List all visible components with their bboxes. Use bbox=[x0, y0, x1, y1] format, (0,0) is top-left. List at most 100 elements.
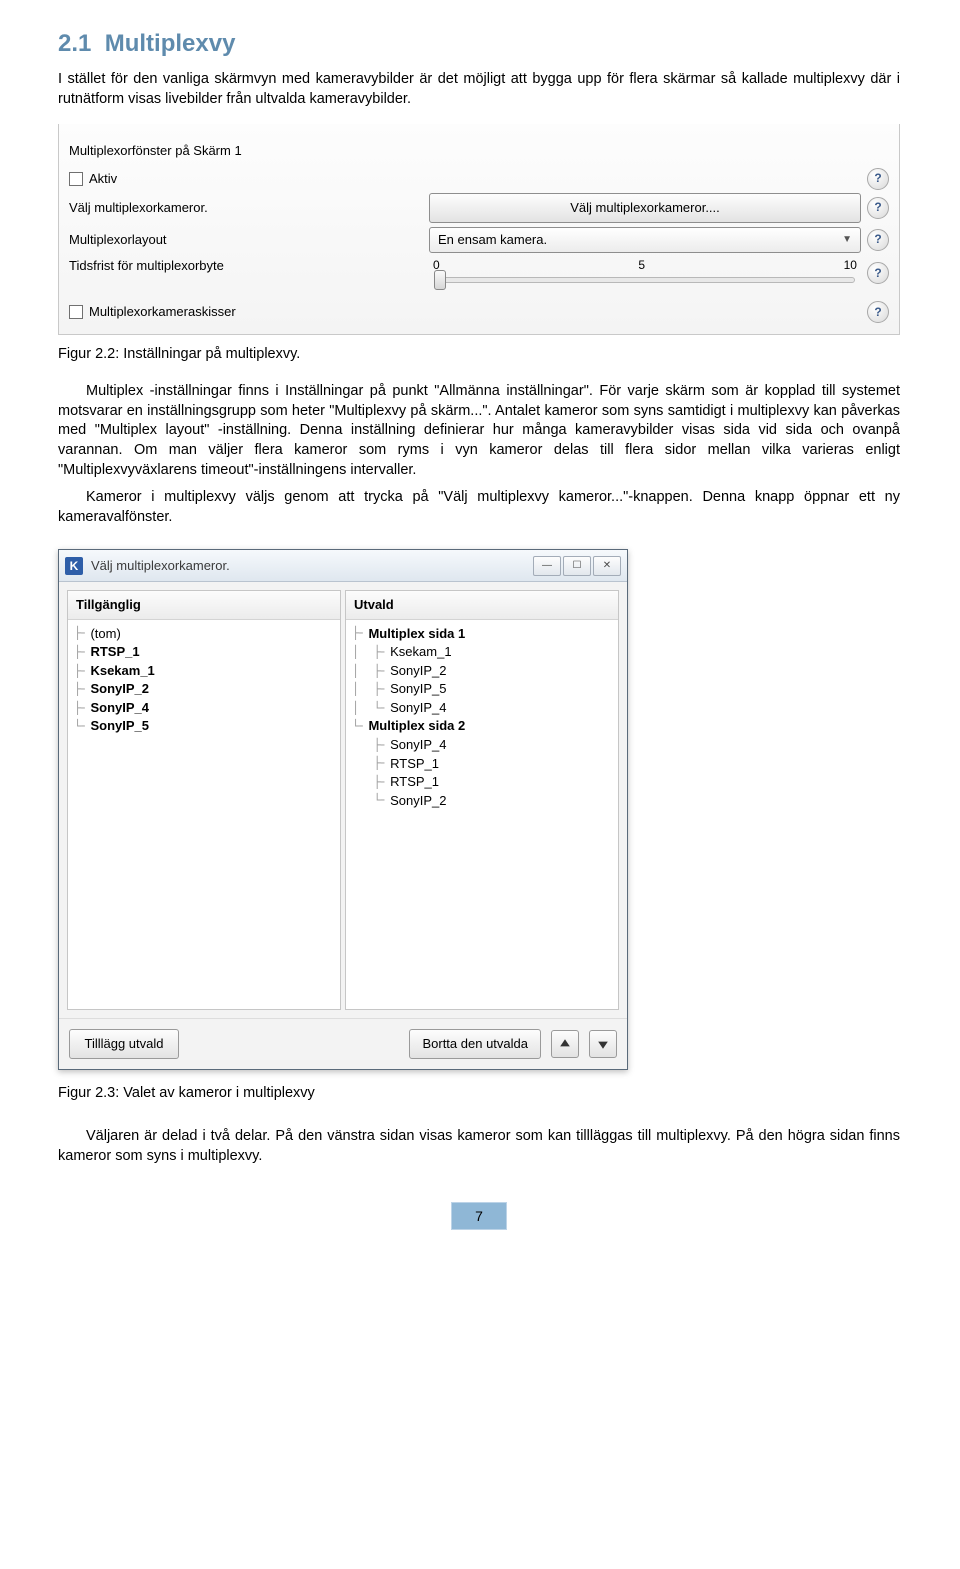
paragraph-3: Väljaren är delad i två delar. På den vä… bbox=[58, 1127, 900, 1166]
tree-branch-icon: ├╴ bbox=[352, 774, 388, 790]
layout-combobox[interactable]: En ensam kamera. ▼ bbox=[429, 227, 861, 253]
tree-branch-icon: ├╴ bbox=[74, 644, 88, 660]
layout-value: En ensam kamera. bbox=[438, 231, 547, 249]
tree-item[interactable]: ├╴RTSP_1 bbox=[352, 773, 612, 791]
tree-branch-icon: ├╴ bbox=[352, 755, 388, 771]
move-down-button[interactable] bbox=[589, 1030, 617, 1058]
slider-thumb[interactable] bbox=[434, 270, 446, 290]
group-title: Multiplexorfönster på Skärm 1 bbox=[69, 142, 429, 160]
arrow-up-icon bbox=[559, 1038, 571, 1050]
close-icon: ✕ bbox=[603, 559, 611, 573]
tree-item-label: SonyIP_5 bbox=[90, 717, 149, 735]
tree-item[interactable]: ├╴SonyIP_2 bbox=[74, 680, 334, 698]
tree-item[interactable]: │ ├╴SonyIP_5 bbox=[352, 680, 612, 698]
tree-item-label: SonyIP_2 bbox=[390, 792, 446, 810]
tree-item[interactable]: ├╴SonyIP_4 bbox=[74, 699, 334, 717]
camera-selector-dialog: K Välj multiplexorkameror. — ☐ ✕ Tillgän… bbox=[58, 549, 628, 1070]
app-icon: K bbox=[65, 557, 83, 575]
tree-item-label: (tom) bbox=[90, 625, 120, 643]
tree-branch-icon: │ └╴ bbox=[352, 700, 388, 716]
tree-item-label: RTSP_1 bbox=[390, 773, 439, 791]
help-icon[interactable]: ? bbox=[867, 229, 889, 251]
arrow-down-icon bbox=[597, 1038, 609, 1050]
minimize-icon: — bbox=[542, 559, 552, 573]
tree-branch-icon: ├╴ bbox=[74, 625, 88, 641]
chevron-down-icon: ▼ bbox=[842, 233, 852, 247]
remove-selected-button[interactable]: Bortta den utvalda bbox=[409, 1029, 541, 1059]
tree-item-label: SonyIP_2 bbox=[390, 662, 446, 680]
tree-item[interactable]: └╴SonyIP_2 bbox=[352, 792, 612, 810]
slider-tick-10: 10 bbox=[844, 257, 857, 273]
maximize-button[interactable]: ☐ bbox=[563, 556, 591, 576]
add-selected-button[interactable]: Tilllägg utvald bbox=[69, 1029, 179, 1059]
tree-item[interactable]: ├╴RTSP_1 bbox=[74, 643, 334, 661]
section-heading: 2.1 Multiplexvy bbox=[58, 28, 900, 60]
sketches-row[interactable]: Multiplexorkameraskisser bbox=[69, 303, 429, 321]
dialog-titlebar: K Välj multiplexorkameror. — ☐ ✕ bbox=[59, 550, 627, 582]
section-title-text: Multiplexvy bbox=[105, 30, 236, 57]
page-number: 7 bbox=[451, 1202, 507, 1230]
help-icon[interactable]: ? bbox=[867, 197, 889, 219]
checkbox-icon[interactable] bbox=[69, 172, 83, 186]
tree-item-label: RTSP_1 bbox=[390, 755, 439, 773]
selected-tree[interactable]: Utvald ├╴Multiplex sida 1│ ├╴Ksekam_1│ ├… bbox=[345, 590, 619, 1010]
figure-2-2-caption: Figur 2.2: Inställningar på multiplexvy. bbox=[58, 345, 900, 365]
timeout-slider[interactable] bbox=[435, 277, 855, 283]
tree-branch-icon: ├╴ bbox=[74, 663, 88, 679]
tree-item-label: SonyIP_5 bbox=[390, 680, 446, 698]
tree-item-label: SonyIP_4 bbox=[90, 699, 149, 717]
help-icon[interactable]: ? bbox=[867, 168, 889, 190]
active-row[interactable]: Aktiv bbox=[69, 170, 429, 188]
tree-item[interactable]: ├╴SonyIP_4 bbox=[352, 736, 612, 754]
tree-item[interactable]: ├╴RTSP_1 bbox=[352, 755, 612, 773]
section-number: 2.1 bbox=[58, 30, 91, 57]
close-button[interactable]: ✕ bbox=[593, 556, 621, 576]
tree-item-label: SonyIP_4 bbox=[390, 736, 446, 754]
dialog-title: Välj multiplexorkameror. bbox=[91, 557, 230, 575]
available-tree[interactable]: Tillgänglig ├╴(tom)├╴RTSP_1├╴Ksekam_1├╴S… bbox=[67, 590, 341, 1010]
tree-branch-icon: │ ├╴ bbox=[352, 681, 388, 697]
help-icon[interactable]: ? bbox=[867, 301, 889, 323]
minimize-button[interactable]: — bbox=[533, 556, 561, 576]
help-icon[interactable]: ? bbox=[867, 262, 889, 284]
available-header: Tillgänglig bbox=[68, 591, 340, 620]
tree-group-label: Multiplex sida 1 bbox=[368, 625, 465, 643]
active-label: Aktiv bbox=[89, 171, 117, 186]
choose-cameras-button[interactable]: Välj multiplexorkameror.... bbox=[429, 193, 861, 223]
settings-panel: Multiplexorfönster på Skärm 1 Aktiv ? Vä… bbox=[58, 124, 900, 335]
tree-item[interactable]: │ ├╴Ksekam_1 bbox=[352, 643, 612, 661]
tree-branch-icon: ├╴ bbox=[352, 625, 366, 641]
figure-2-3-caption: Figur 2.3: Valet av kameror i multiplexv… bbox=[58, 1084, 900, 1104]
tree-branch-icon: │ ├╴ bbox=[352, 663, 388, 679]
tree-item-label: Ksekam_1 bbox=[390, 643, 451, 661]
tree-item[interactable]: │ ├╴SonyIP_2 bbox=[352, 662, 612, 680]
tree-group[interactable]: ├╴Multiplex sida 1 bbox=[352, 625, 612, 643]
paragraph-1: I stället för den vanliga skärmvyn med k… bbox=[58, 70, 900, 109]
tree-branch-icon: └╴ bbox=[352, 792, 388, 808]
timeout-label: Tidsfrist för multiplexorbyte bbox=[69, 257, 429, 275]
paragraph-2a: Multiplex -inställningar finns i Inställ… bbox=[58, 382, 900, 480]
choose-cameras-label: Välj multiplexorkameror. bbox=[69, 199, 429, 217]
tree-branch-icon: ├╴ bbox=[74, 681, 88, 697]
tree-item[interactable]: ├╴(tom) bbox=[74, 625, 334, 643]
tree-group[interactable]: └╴Multiplex sida 2 bbox=[352, 717, 612, 735]
maximize-icon: ☐ bbox=[573, 559, 582, 573]
tree-item-label: Ksekam_1 bbox=[90, 662, 154, 680]
tree-branch-icon: └╴ bbox=[352, 718, 366, 734]
tree-item-label: SonyIP_2 bbox=[90, 680, 149, 698]
tree-item[interactable]: └╴SonyIP_5 bbox=[74, 717, 334, 735]
layout-label: Multiplexorlayout bbox=[69, 231, 429, 249]
selected-header: Utvald bbox=[346, 591, 618, 620]
tree-item[interactable]: │ └╴SonyIP_4 bbox=[352, 699, 612, 717]
slider-tick-5: 5 bbox=[638, 257, 645, 273]
tree-branch-icon: │ ├╴ bbox=[352, 644, 388, 660]
paragraph-2b: Kameror i multiplexvy väljs genom att tr… bbox=[58, 488, 900, 527]
tree-group-label: Multiplex sida 2 bbox=[368, 717, 465, 735]
sketches-label: Multiplexorkameraskisser bbox=[89, 304, 236, 319]
tree-branch-icon: ├╴ bbox=[352, 737, 388, 753]
move-up-button[interactable] bbox=[551, 1030, 579, 1058]
checkbox-icon[interactable] bbox=[69, 305, 83, 319]
tree-item-label: RTSP_1 bbox=[90, 643, 139, 661]
tree-branch-icon: └╴ bbox=[74, 718, 88, 734]
tree-item[interactable]: ├╴Ksekam_1 bbox=[74, 662, 334, 680]
